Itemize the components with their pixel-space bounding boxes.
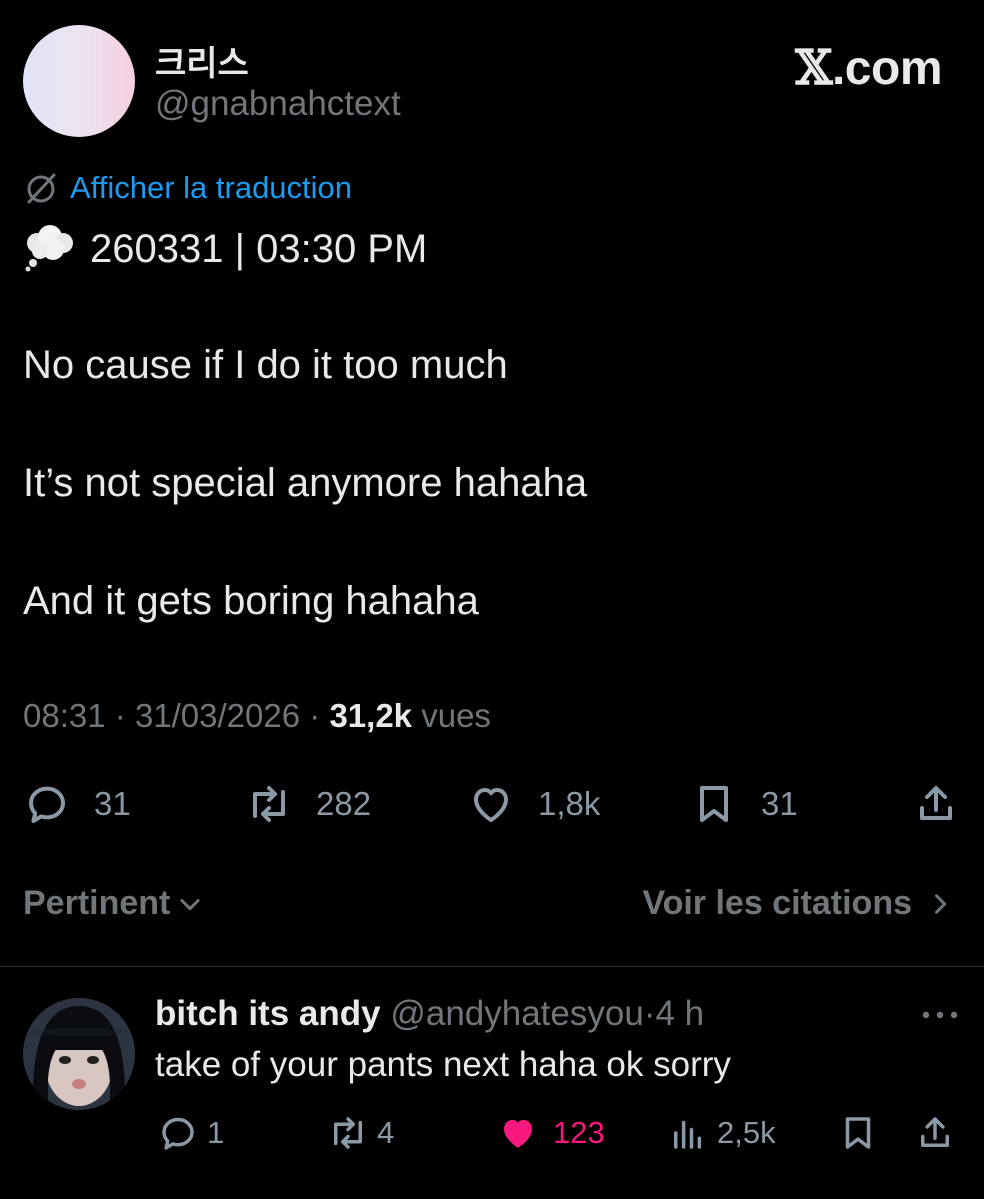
repost-count: 282: [316, 785, 372, 822]
reply-like-button[interactable]: 123: [497, 1112, 605, 1154]
reply-icon: [162, 1117, 194, 1150]
repost-icon: [334, 1117, 362, 1149]
tweet-date[interactable]: 31/03/2026: [135, 697, 300, 734]
reply-header: bitch its andy @andyhatesyou·4 h: [155, 994, 704, 1034]
translate-link[interactable]: Afficher la traduction: [23, 170, 352, 206]
repost-button[interactable]: 282: [245, 780, 371, 828]
reply-views-button[interactable]: 2,5k: [667, 1112, 776, 1154]
reply-bookmark-button[interactable]: [837, 1112, 879, 1154]
reply-reply-count: 1: [207, 1115, 225, 1150]
sort-dropdown[interactable]: Pertinent: [23, 884, 204, 923]
reply-author-name[interactable]: bitch its andy: [155, 994, 381, 1033]
tweet-date-text: 260331 | 03:30 PM: [90, 226, 428, 271]
more-options-icon[interactable]: [918, 1000, 962, 1030]
chevron-right-icon: [935, 893, 947, 914]
reply-like-count: 123: [553, 1115, 605, 1150]
tweet-text-line: And it gets boring hahaha: [23, 579, 479, 623]
reply-share-button[interactable]: [914, 1112, 956, 1154]
reply-author-handle[interactable]: @andyhatesyou: [390, 994, 643, 1033]
thought-balloon-icon: [25, 225, 73, 272]
bookmark-count: 31: [761, 785, 798, 822]
translate-label: Afficher la traduction: [70, 170, 353, 205]
heart-icon: [474, 788, 508, 822]
views-count: 31,2k: [329, 697, 413, 734]
divider: [0, 966, 984, 967]
reply-repost-button[interactable]: 4: [327, 1112, 394, 1154]
bookmark-icon: [845, 1117, 871, 1149]
reply-button[interactable]: 31: [23, 780, 131, 828]
share-icon: [921, 1117, 949, 1147]
like-button[interactable]: 1,8k: [467, 780, 600, 828]
translate-globe-icon: [27, 173, 56, 204]
bookmark-icon: [700, 786, 728, 822]
tweet-date-line: 260331 | 03:30 PM: [23, 225, 427, 273]
brand-logo: 𝕏.com: [795, 40, 942, 96]
brand-suffix: .com: [831, 42, 943, 95]
x-logo-icon: 𝕏: [795, 40, 832, 96]
author-display-name[interactable]: 크리스: [155, 36, 249, 85]
share-icon: [920, 786, 952, 820]
bookmark-button[interactable]: 31: [690, 780, 798, 828]
reply-repost-count: 4: [377, 1115, 395, 1150]
like-count: 1,8k: [538, 785, 601, 822]
views-icon: [674, 1120, 702, 1149]
tweet-time[interactable]: 08:31: [23, 697, 106, 734]
sort-label: Pertinent: [23, 884, 171, 922]
reply-count: 31: [94, 785, 131, 822]
chevron-down-icon: [180, 898, 200, 910]
reply-reply-button[interactable]: 1: [157, 1112, 224, 1154]
view-quotes-link[interactable]: Voir les citations: [642, 884, 954, 923]
tweet-text-line: No cause if I do it too much: [23, 343, 508, 387]
meta-separator: ·: [114, 697, 126, 734]
reply-views-count: 2,5k: [717, 1115, 776, 1150]
meta-separator: ·: [309, 697, 321, 734]
views-label: vues: [421, 697, 491, 734]
author-avatar[interactable]: [23, 25, 135, 137]
reply-time[interactable]: 4 h: [655, 994, 704, 1033]
heart-filled-icon: [504, 1119, 532, 1148]
reply-icon: [29, 786, 65, 823]
reply-text: take of your pants next haha ok sorry: [155, 1045, 731, 1084]
author-handle[interactable]: @gnabnahctext: [155, 84, 401, 124]
share-button[interactable]: [912, 780, 960, 828]
tweet-meta: 08:31 · 31/03/2026 · 31,2k vues: [23, 697, 491, 735]
reply-avatar[interactable]: [23, 998, 135, 1110]
avatar-photo: [23, 998, 135, 1110]
repost-icon: [253, 786, 285, 822]
tweet-text-line: It’s not special anymore hahaha: [23, 461, 588, 505]
view-quotes-label: Voir les citations: [642, 884, 912, 922]
meta-separator: ·: [643, 994, 656, 1033]
